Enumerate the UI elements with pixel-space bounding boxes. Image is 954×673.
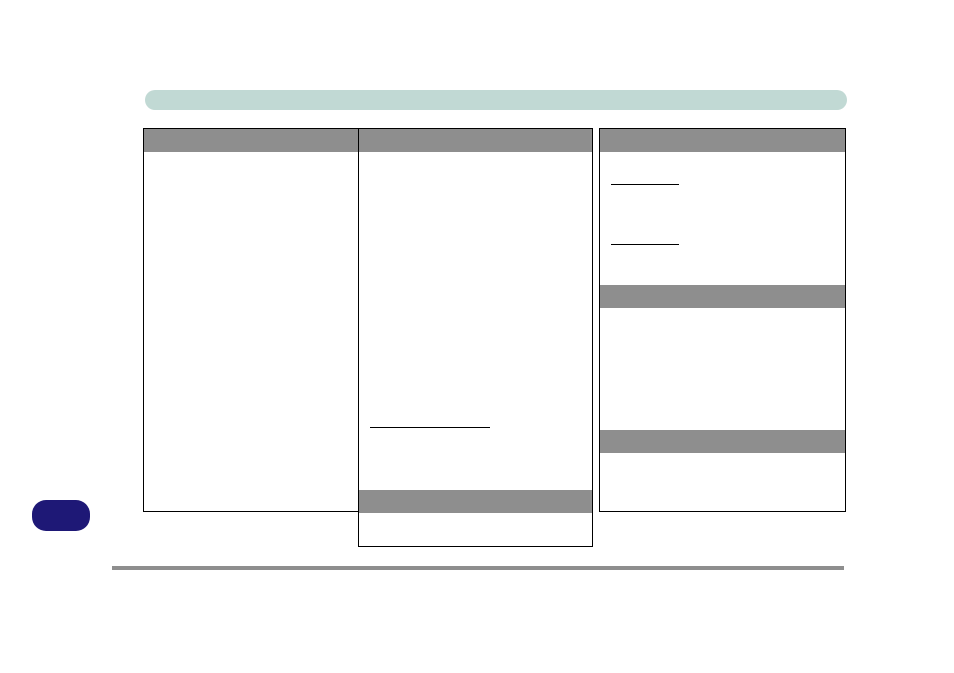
column-right — [599, 128, 846, 512]
column-middle — [358, 128, 593, 547]
column-left-header — [144, 129, 360, 152]
column-left — [143, 128, 361, 512]
column-right-section2-header — [600, 285, 845, 308]
footer-divider — [112, 566, 844, 570]
column-right-line1 — [611, 184, 679, 185]
column-middle-footer-header — [359, 490, 592, 513]
column-right-header — [600, 129, 845, 152]
column-right-line2 — [611, 244, 679, 245]
page-badge — [32, 500, 90, 531]
column-middle-header — [359, 129, 592, 152]
column-middle-divider — [370, 427, 490, 428]
top-banner — [145, 90, 847, 110]
column-right-section3-header — [600, 430, 845, 453]
